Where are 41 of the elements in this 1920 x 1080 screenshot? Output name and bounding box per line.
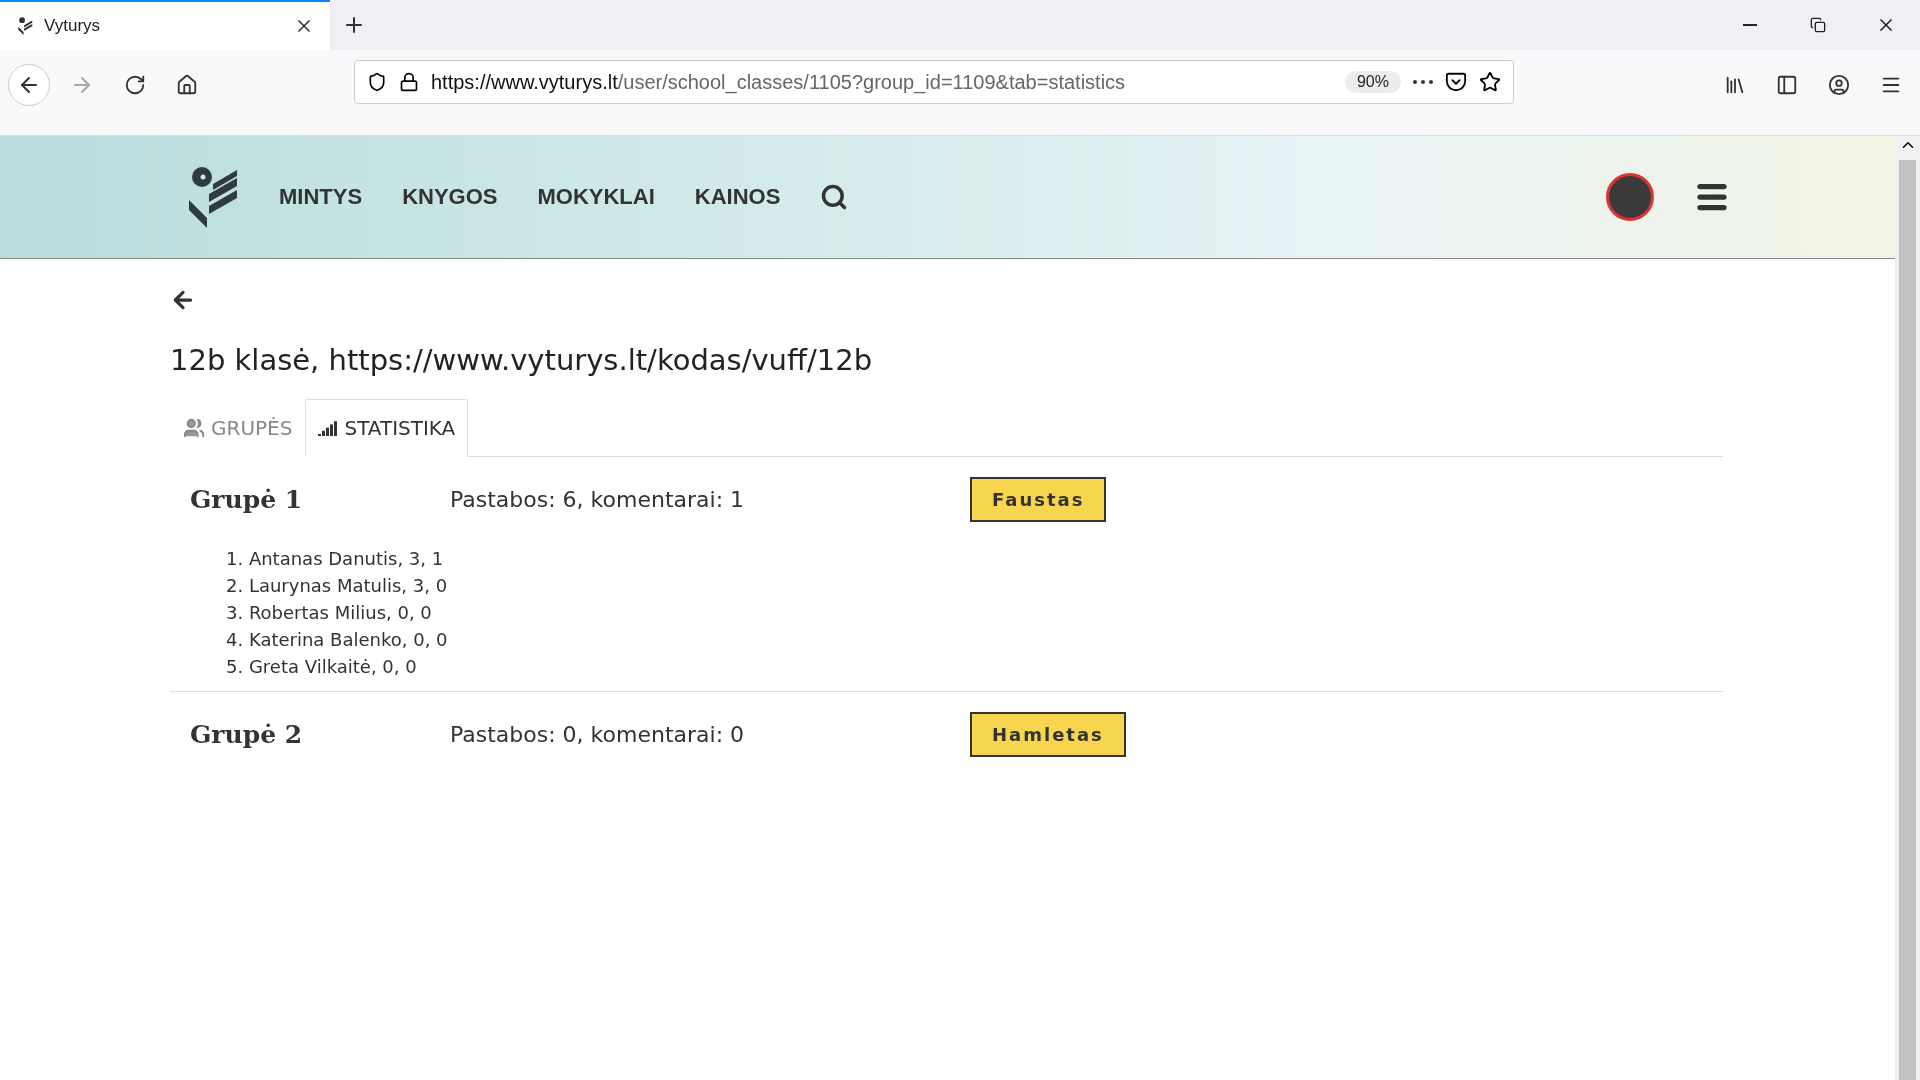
account-icon [1828,74,1850,96]
address-bar[interactable]: https://www.vyturys.lt/user/school_classes/1105?group_id=1109&tab=statistics 90% [354,60,1514,104]
member-item: 1. Antanas Danutis, 3, 1 [226,548,445,569]
member-item: 2. Laurynas Matulis, 3, 0 [226,575,449,596]
nav-link[interactable]: KNYGOS [402,184,498,210]
group-summary: Pastabos: 6, komentarai: 1 [450,487,746,512]
shield-icon [367,72,387,92]
tab[interactable]: STATISTIKA [305,399,469,457]
group-summary: Pastabos: 0, komentarai: 0 [450,722,746,747]
page-title: 12b klasė, https://www.vyturys.lt/kodas/vuff/12b [170,343,874,377]
scrollbar[interactable] [1895,136,1920,1080]
bookmark-star-icon[interactable] [1479,71,1501,93]
book-button[interactable]: Faustas [970,477,1107,522]
minimize-icon [1743,24,1757,26]
browser-tab[interactable]: Vyturys [0,0,330,50]
bird-favicon-icon [16,17,34,35]
reload-icon [124,74,146,96]
nav-link[interactable]: MOKYKLAI [537,184,655,210]
search-icon[interactable] [820,183,849,211]
tab-title: Vyturys [44,16,102,36]
member-item: 4. Katerina Balenko, 0, 0 [226,629,449,650]
nav-link[interactable]: KAINOS [694,184,781,210]
back-button[interactable] [8,64,50,106]
restore-icon [1810,17,1826,33]
zoom-level[interactable]: 90% [1344,71,1401,93]
book-button[interactable]: Hamletas [970,712,1126,757]
avatar[interactable] [1606,173,1654,221]
group-name: Grupė 1 [190,485,304,514]
pocket-icon[interactable] [1445,71,1467,93]
group-name: Grupė 2 [190,720,304,749]
sidebar-icon [1776,74,1798,96]
url-text: https://www.vyturys.lt/user/school_classes/1105?group_id=1109&tab=statistics [431,70,1127,94]
library-icon [1724,74,1746,96]
home-icon [176,74,198,96]
member-item: 3. Robertas Milius, 0, 0 [226,602,433,623]
users-icon [183,417,205,439]
more-icon[interactable] [1413,80,1433,84]
member-item: 5. Greta Vilkaitė, 0, 0 [226,656,418,677]
lock-icon [399,72,419,92]
nav-link[interactable]: MINTYS [279,184,363,210]
signal-bars-icon [318,420,339,436]
